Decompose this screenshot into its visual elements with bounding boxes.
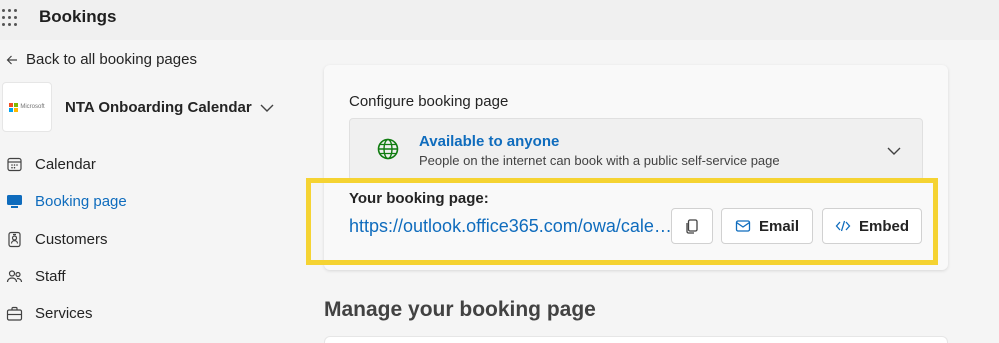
sidebar-item-services[interactable]: Services [6, 298, 93, 328]
briefcase-icon [6, 306, 23, 321]
sidebar-item-customers[interactable]: Customers [6, 224, 108, 254]
contact-card-icon [8, 231, 21, 247]
mail-icon [735, 220, 751, 232]
calendar-name: NTA Onboarding Calendar [65, 99, 252, 116]
top-bar: Bookings [0, 0, 999, 40]
sidebar-item-label: Customers [35, 230, 108, 248]
email-button-label: Email [758, 217, 800, 235]
manage-card [324, 336, 948, 343]
logo-text: Microsoft [20, 104, 45, 110]
booking-page-url-link[interactable]: https://outlook.office365.com/owa/calend… [349, 216, 673, 237]
app-title: Bookings [39, 7, 117, 26]
sidebar-item-label: Calendar [35, 155, 96, 173]
sidebar-item-booking-page[interactable]: Booking page [6, 186, 127, 216]
monitor-icon [7, 194, 22, 208]
booking-page-label: Your booking page: [349, 190, 489, 207]
copy-icon [686, 219, 698, 234]
configure-title: Configure booking page [349, 93, 509, 110]
embed-button[interactable]: Embed [822, 208, 922, 244]
sidebar-item-label: Staff [35, 267, 66, 285]
chevron-down-icon [887, 147, 901, 155]
sidebar-item-staff[interactable]: Staff [6, 261, 66, 291]
visibility-title: Available to anyone [419, 133, 560, 150]
visibility-dropdown[interactable]: Available to anyone People on the intern… [349, 118, 923, 181]
back-link-label: Back to all booking pages [26, 51, 197, 68]
code-icon [835, 220, 851, 232]
sidebar-item-label: Services [35, 304, 93, 322]
chevron-down-icon[interactable] [259, 102, 275, 114]
copy-link-button[interactable] [671, 208, 713, 244]
visibility-description: People on the internet can book with a p… [419, 153, 780, 168]
microsoft-logo-icon [9, 102, 19, 112]
calendar-icon [7, 157, 22, 171]
people-icon [6, 269, 23, 282]
embed-button-label: Embed [858, 217, 909, 235]
calendar-logo: Microsoft [2, 82, 52, 132]
sidebar-item-calendar[interactable]: Calendar [6, 149, 96, 179]
globe-icon [377, 138, 399, 160]
email-button[interactable]: Email [721, 208, 813, 244]
sidebar: Back to all booking pages Microsoft NTA … [0, 40, 300, 343]
sidebar-item-label: Booking page [35, 192, 127, 210]
arrow-left-icon [6, 55, 17, 64]
back-to-booking-pages-link[interactable]: Back to all booking pages [6, 51, 197, 68]
app-launcher-icon[interactable] [0, 8, 17, 28]
manage-section-title: Manage your booking page [324, 298, 596, 321]
